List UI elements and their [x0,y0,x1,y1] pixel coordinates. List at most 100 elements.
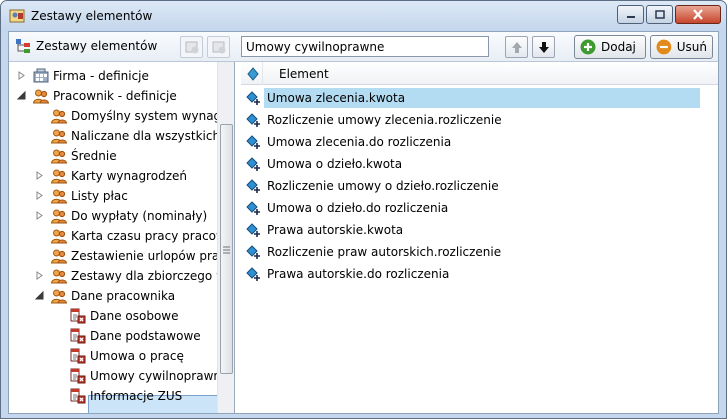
tree-item[interactable]: Karty wynagrodzeń [9,166,217,186]
tree-item[interactable]: Dane pracownika [9,286,217,306]
tree-item[interactable]: Dane podstawowe [9,326,217,346]
list-item[interactable]: Prawa autorskie.do rozliczenia [241,263,711,285]
element-set-icon [70,388,86,404]
tree-item[interactable]: Pracownik - definicje [9,86,217,106]
element-icon [246,244,262,260]
tree-item[interactable]: Firma - definicje [9,66,217,86]
people-icon [50,228,68,244]
list-item-label: Prawa autorskie.do rozliczenia [267,267,450,281]
tree-collapse-toggle[interactable] [17,91,26,100]
tree-item[interactable]: Informacje ZUS [9,386,217,406]
list-item[interactable]: Rozliczenie umowy o dzieło.rozliczenie [241,175,711,197]
tree-item[interactable]: Dane osobowe [9,306,217,326]
element-type-icon [247,67,259,81]
tree-expand-toggle[interactable] [35,191,44,200]
maximize-button[interactable] [646,5,673,24]
tree-expand-toggle[interactable] [35,171,44,180]
tree-item-label: Umowy cywilnoprawne [90,369,229,383]
tree-item[interactable]: Domyślny system wynagrod [9,106,234,126]
minimize-button[interactable] [617,5,644,24]
scroll-grip-icon [223,246,230,254]
list-item[interactable]: Prawa autorskie.kwota [241,219,711,241]
company-icon [33,68,49,84]
column-header-element[interactable]: Element [279,67,329,81]
list-item[interactable]: Rozliczenie umowy zlecenia.rozliczenie [241,109,711,131]
title-bar[interactable]: Zestawy elementów [1,1,726,31]
element-icon [246,178,262,194]
move-down-button[interactable] [532,36,555,58]
tree-item-label: Zestawy dla zbiorczego wpro [71,269,235,283]
remove-button[interactable]: Usuń [650,35,713,59]
header-icon-column[interactable] [241,62,263,85]
tree-expand-toggle[interactable] [35,271,44,280]
move-up-button[interactable] [505,36,528,58]
people-icon [50,108,68,124]
list-item-label: Umowa o dzieło.kwota [267,157,403,171]
app-window: Zestawy elementów Zestawy elementów Umow… [0,0,727,419]
tree-panel[interactable]: Firma - definicje Pracownik - definicje Do… [9,62,235,413]
list-item-label: Umowa zlecenia.do rozliczenia [267,135,452,149]
element-sets-icon [16,39,30,53]
list-item-label: Umowa zlecenia.kwota [264,88,700,108]
tree-item[interactable]: Umowy cywilnoprawne [9,366,228,386]
tree-item[interactable]: Do wypłaty (nominały) [9,206,217,226]
list-item-label: Umowa o dzieło.do rozliczenia [267,201,449,215]
element-icon [246,134,262,150]
list-item-label: Rozliczenie umowy o dzieło.rozliczenie [267,179,499,193]
list-item[interactable]: Rozliczenie praw autorskich.rozliczenie [241,241,711,263]
element-icon [246,90,262,106]
arrow-down-icon [538,41,549,53]
tree-item-label: Domyślny system wynagrod [71,109,235,123]
tree-item-label: Naliczane dla wszystkich pra [71,129,235,143]
tree-expand-toggle[interactable] [35,211,44,220]
toolbar-title: Zestawy elementów [36,39,158,53]
people-icon [32,88,50,104]
tree-item[interactable]: Zestawy dla zbiorczego wpro [9,266,234,286]
tree-item-label: Dane pracownika [71,289,176,303]
list-item[interactable]: Umowa zlecenia.kwota [241,87,711,109]
minimize-icon [626,15,635,18]
list-item[interactable]: Umowa o dzieło.kwota [241,153,711,175]
add-button[interactable]: Dodaj [574,35,646,59]
element-set-icon [70,308,86,324]
tree-item[interactable]: Karta czasu pracy pracownik [9,226,234,246]
add-folder-icon [185,41,198,54]
tree-item[interactable]: Naliczane dla wszystkich pra [9,126,234,146]
list-item-label: Prawa autorskie.kwota [267,223,404,237]
window-title: Zestawy elementów [31,9,153,23]
people-icon [50,248,68,264]
tree-item-label: Listy płac [71,189,128,203]
tree-vertical-scrollbar[interactable] [217,62,234,413]
remove-button-label: Usuń [676,40,707,54]
tree-item[interactable]: Umowa o pracę [9,346,217,366]
element-icon [246,222,262,238]
list-item-label: Rozliczenie umowy zlecenia.rozliczenie [267,113,502,127]
element-icon [246,156,262,172]
element-icon [246,266,262,282]
people-icon [50,128,68,144]
close-button[interactable] [675,5,721,24]
tree-item-label: Średnie [71,149,117,163]
add-set-button[interactable] [180,36,203,58]
people-icon [50,208,68,224]
tree-item-label: Dane osobowe [90,309,179,323]
scrollbar-thumb[interactable] [220,124,233,374]
tree-item-label: Umowa o pracę [90,349,184,363]
tree-item[interactable]: Średnie [9,146,217,166]
element-list: Element Umowa zlecenia.kwota Rozliczenie … [241,62,718,413]
tree-item[interactable]: Zestawienie urlopów pracov [9,246,234,266]
plus-circle-icon [580,39,596,55]
remove-set-button[interactable] [207,36,230,58]
tree-expand-toggle[interactable] [17,71,26,80]
tree-collapse-toggle[interactable] [35,291,44,300]
list-item[interactable]: Umowa o dzieło.do rozliczenia [241,197,711,219]
remove-folder-icon [212,41,225,54]
element-set-icon [70,348,86,364]
tree-item[interactable]: Listy płac [9,186,217,206]
tree-item-label: Pracownik - definicje [53,89,177,103]
list-item[interactable]: Umowa zlecenia.do rozliczenia [241,131,711,153]
people-icon [50,168,68,184]
tree-item-label: Karta czasu pracy pracownik [71,229,235,243]
set-name-input[interactable] [241,36,489,57]
client-area: Zestawy elementów Dodaj Usuń [8,31,719,414]
